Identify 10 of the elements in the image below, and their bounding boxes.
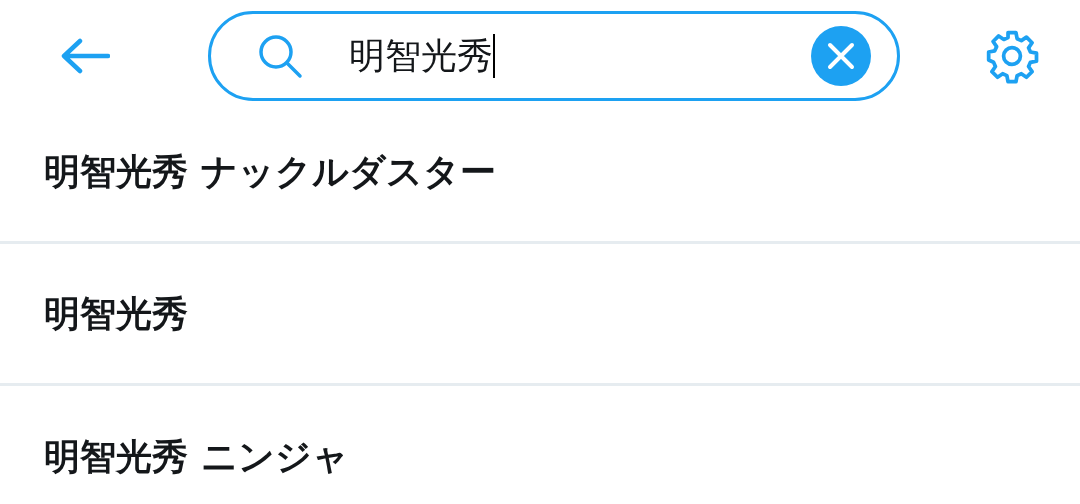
suggestion-item[interactable]: 明智光秀 ナックルダスター	[44, 144, 496, 199]
search-field[interactable]: 明智光秀	[208, 11, 900, 101]
suggestion-item[interactable]: 明智光秀 ニンジャ	[44, 430, 349, 484]
text-cursor	[493, 34, 495, 78]
close-icon	[827, 42, 855, 70]
settings-icon[interactable]	[984, 28, 1040, 84]
clear-button[interactable]	[811, 26, 871, 86]
back-icon[interactable]	[60, 38, 110, 74]
search-icon	[257, 33, 303, 79]
suggestion-item[interactable]: 明智光秀	[44, 286, 188, 341]
